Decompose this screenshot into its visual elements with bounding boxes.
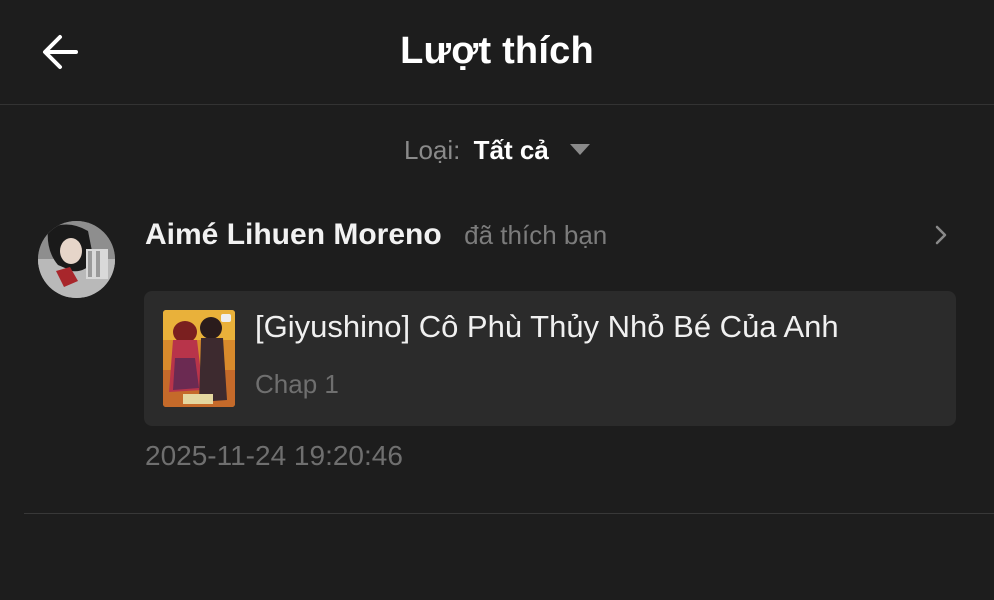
page-title: Lượt thích xyxy=(400,30,594,72)
chevron-right-icon[interactable] xyxy=(928,222,954,248)
top-bar: Lượt thích xyxy=(0,0,994,105)
like-notification-item[interactable]: Aimé Lihuen Moreno đã thích bạn [Giyushi… xyxy=(0,200,994,514)
chapter-label: Chap 1 xyxy=(255,369,339,399)
story-title[interactable]: [Giyushino] Cô Phù Thủy Nhỏ Bé Của Anh xyxy=(255,309,839,345)
story-cover[interactable] xyxy=(163,310,235,407)
action-text: đã thích bạn xyxy=(464,220,608,250)
divider xyxy=(24,513,994,514)
avatar-image xyxy=(38,221,115,298)
user-name[interactable]: Aimé Lihuen Moreno xyxy=(145,218,442,251)
caret-down-icon[interactable] xyxy=(570,143,590,155)
timestamp: 2025-11-24 19:20:46 xyxy=(145,440,403,471)
filter-label: Loại: xyxy=(403,135,461,165)
filter-value[interactable]: Tất cả xyxy=(474,135,549,165)
avatar[interactable] xyxy=(38,221,115,298)
type-filter[interactable]: Loại: Tất cả xyxy=(0,132,994,168)
cover-image xyxy=(163,310,235,407)
notification-text: Aimé Lihuen Moreno đã thích bạn xyxy=(145,215,607,255)
story-card[interactable]: [Giyushino] Cô Phù Thủy Nhỏ Bé Của Anh C… xyxy=(144,291,956,426)
